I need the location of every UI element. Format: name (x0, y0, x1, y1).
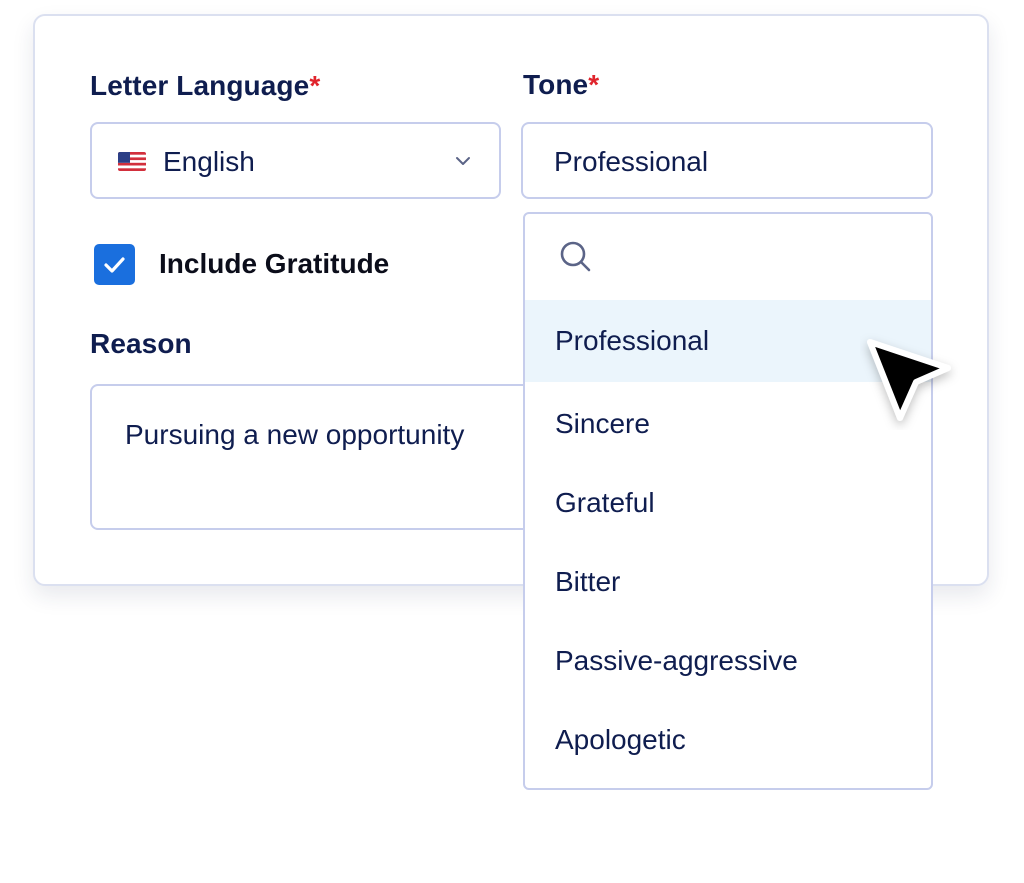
tone-label-text: Tone (523, 69, 589, 100)
required-mark: * (588, 69, 600, 100)
checkmark-icon (104, 257, 125, 273)
tone-option-passive-aggressive[interactable]: Passive-aggressive (525, 620, 931, 702)
reason-label: Reason (90, 328, 192, 359)
tone-select[interactable]: Professional (521, 122, 933, 199)
letter-language-select[interactable]: English (90, 122, 501, 199)
letter-language-label-text: Letter Language (90, 70, 310, 101)
required-mark: * (309, 70, 321, 101)
mouse-pointer-icon (867, 339, 951, 421)
search-icon[interactable] (556, 237, 596, 277)
us-flag-icon (118, 152, 146, 171)
reason-value: Pursuing a new opportunity (125, 419, 465, 450)
include-gratitude-checkbox[interactable] (94, 244, 135, 285)
tone-option-apologetic[interactable]: Apologetic (525, 699, 931, 781)
tone-option-grateful[interactable]: Grateful (525, 462, 931, 544)
tone-value: Professional (554, 146, 709, 177)
tone-option-bitter[interactable]: Bitter (525, 541, 931, 623)
letter-language-label: Letter Language* (90, 70, 320, 102)
include-gratitude-label: Include Gratitude (159, 248, 390, 279)
letter-language-value: English (163, 146, 255, 177)
chevron-down-icon (456, 157, 470, 165)
tone-dropdown-menu: Professional Sincere Grateful Bitter Pas… (523, 212, 933, 790)
tone-label: Tone* (523, 69, 599, 101)
